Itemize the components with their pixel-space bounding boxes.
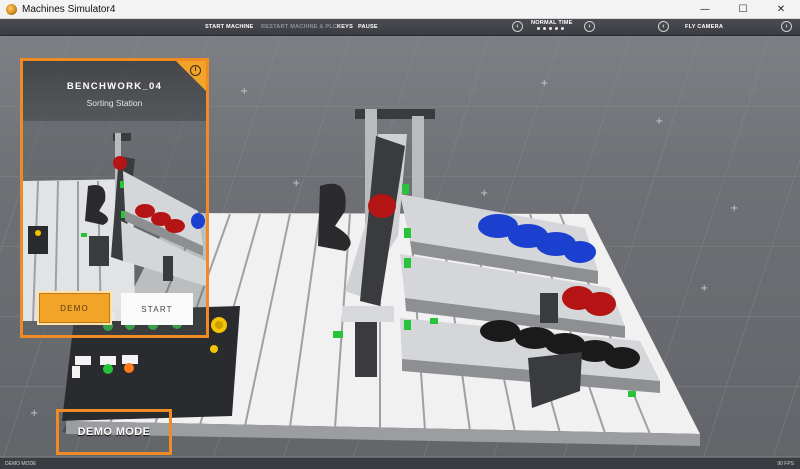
- app-logo-icon: [6, 3, 17, 15]
- sim-toolbar: START MACHINE RESTART MACHINE & PLC KEYS…: [0, 19, 800, 36]
- time-dot: [561, 27, 564, 30]
- machine-card: BENCHWORK_04 Sorting Station i DEMO STAR…: [20, 58, 209, 338]
- time-slower-button[interactable]: ‹: [512, 21, 523, 32]
- fly-camera-label: FLY CAMERA: [685, 24, 724, 30]
- window-titlebar: Machines Simulator4 — ☐ ✕: [0, 0, 800, 19]
- svg-text:+: +: [655, 116, 663, 127]
- camera-prev-button[interactable]: ‹: [658, 21, 669, 32]
- time-dot: [537, 27, 540, 30]
- fps-counter: 90 FPS: [777, 461, 794, 467]
- svg-text:+: +: [730, 203, 738, 214]
- time-dot: [555, 27, 558, 30]
- machine-subtitle: Sorting Station: [86, 98, 143, 108]
- time-dot: [543, 27, 546, 30]
- svg-text:+: +: [480, 188, 488, 199]
- time-speed-label: NORMAL TIME: [531, 20, 573, 26]
- pause-button[interactable]: PAUSE: [358, 24, 378, 30]
- svg-text:+: +: [540, 78, 548, 89]
- keys-button[interactable]: KEYS: [337, 24, 353, 30]
- start-machine-button[interactable]: START MACHINE: [205, 24, 254, 30]
- minimize-button[interactable]: —: [686, 0, 724, 19]
- svg-text:+: +: [240, 86, 248, 97]
- time-dot: [549, 27, 552, 30]
- restart-machine-button[interactable]: RESTART MACHINE & PLC: [261, 24, 337, 30]
- time-faster-button[interactable]: ›: [584, 21, 595, 32]
- simulation-viewport[interactable]: +++ +++ +++: [0, 36, 800, 460]
- svg-text:+: +: [700, 283, 708, 294]
- close-button[interactable]: ✕: [762, 0, 800, 19]
- start-button[interactable]: START: [121, 293, 193, 325]
- time-speed-indicator: [537, 27, 564, 30]
- window-controls: — ☐ ✕: [686, 0, 800, 19]
- svg-text:+: +: [30, 408, 38, 419]
- status-mode: DEMO MODE: [5, 461, 37, 467]
- info-icon[interactable]: i: [190, 65, 201, 76]
- maximize-button[interactable]: ☐: [724, 0, 762, 19]
- status-bar: DEMO MODE 90 FPS: [0, 458, 800, 469]
- camera-next-button[interactable]: ›: [781, 21, 792, 32]
- demo-button[interactable]: DEMO: [37, 291, 112, 325]
- svg-text:+: +: [292, 178, 300, 189]
- window-title: Machines Simulator4: [22, 3, 116, 15]
- demo-mode-indicator: DEMO MODE: [56, 409, 172, 455]
- demo-mode-label: DEMO MODE: [77, 426, 151, 438]
